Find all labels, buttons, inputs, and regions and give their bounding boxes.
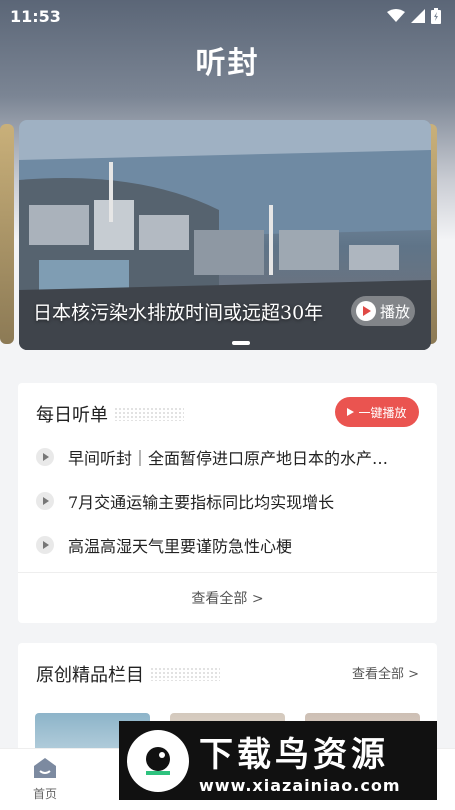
- tab-home[interactable]: 首页: [20, 757, 70, 802]
- status-time: 11:53: [10, 6, 61, 26]
- play-icon[interactable]: [36, 536, 54, 554]
- battery-icon: [431, 8, 441, 24]
- page-title: 听封: [195, 46, 260, 81]
- daily-playlist-card: 每日听单 一键播放 早间听封｜全面暂停进口原产地日本的水产… 7月交通运输主要指…: [18, 383, 437, 623]
- play-icon[interactable]: [36, 448, 54, 466]
- list-item-text: 7月交通运输主要指标同比均实现增长: [68, 493, 335, 512]
- watermark-url: www.xiazainiao.com: [199, 775, 401, 795]
- daily-see-all-link[interactable]: 查看全部 >: [18, 588, 437, 608]
- featured-banner[interactable]: 日本核污染水排放时间或远超30年 播放: [19, 120, 431, 350]
- play-icon: [347, 408, 355, 416]
- dots-decoration: [150, 667, 220, 681]
- list-item[interactable]: 高温高湿天气里要谨防急性心梗: [36, 530, 416, 560]
- carousel-prev-card[interactable]: [0, 124, 14, 344]
- wifi-icon: [387, 9, 405, 22]
- signal-icon: [411, 9, 425, 23]
- carousel-indicator: [232, 341, 250, 345]
- dots-decoration: [114, 407, 184, 421]
- banner-play-button[interactable]: 播放: [351, 296, 415, 326]
- play-icon: [356, 301, 376, 321]
- play-icon[interactable]: [36, 492, 54, 510]
- play-all-button[interactable]: 一键播放: [335, 397, 419, 427]
- daily-header: 每日听单: [36, 401, 184, 427]
- list-item-text: 早间听封｜全面暂停进口原产地日本的水产…: [68, 449, 389, 468]
- home-icon: [34, 758, 56, 778]
- list-item[interactable]: 7月交通运输主要指标同比均实现增长: [36, 486, 416, 516]
- play-all-label: 一键播放: [358, 405, 407, 420]
- list-item-text: 高温高湿天气里要谨防急性心梗: [68, 537, 293, 556]
- banner-play-label: 播放: [380, 302, 411, 321]
- watermark-overlay: 下载鸟资源 www.xiazainiao.com: [119, 721, 437, 800]
- daily-title: 每日听单: [36, 405, 108, 426]
- original-title: 原创精品栏目: [36, 665, 144, 686]
- original-header: 原创精品栏目: [36, 661, 220, 687]
- list-item[interactable]: 早间听封｜全面暂停进口原产地日本的水产…: [36, 442, 416, 472]
- divider: [18, 572, 437, 573]
- status-bar: 11:53: [0, 0, 455, 32]
- tab-home-label: 首页: [32, 787, 57, 801]
- watermark-logo-icon: [127, 729, 189, 792]
- status-icons: [387, 8, 441, 24]
- original-see-all-link[interactable]: 查看全部 >: [352, 663, 419, 682]
- banner-caption: 日本核污染水排放时间或远超30年: [33, 302, 324, 324]
- watermark-title: 下载鸟资源: [199, 734, 389, 775]
